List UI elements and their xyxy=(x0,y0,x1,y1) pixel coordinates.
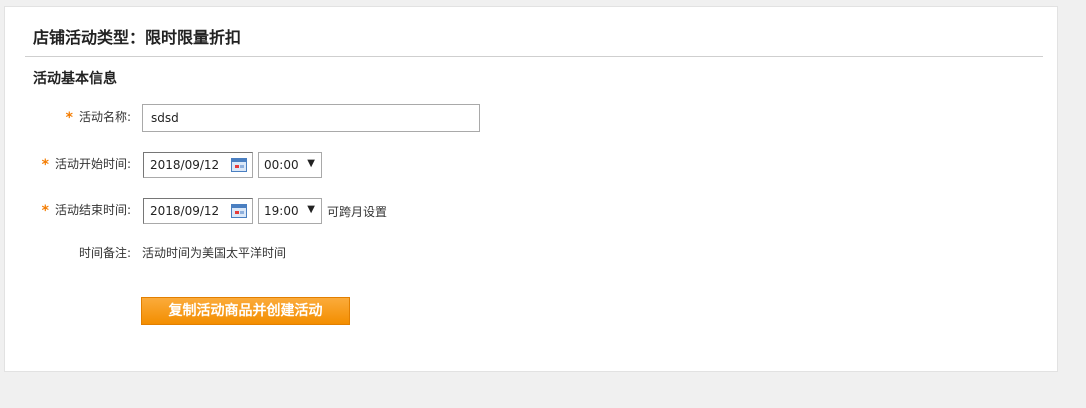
end-date-input[interactable]: 2018/09/12 xyxy=(143,198,253,224)
chevron-down-icon: ▼ xyxy=(307,204,315,215)
name-label: * 活动名称: xyxy=(65,108,131,126)
required-mark: * xyxy=(41,157,49,173)
start-time-select[interactable]: 00:00 ▼ xyxy=(258,152,322,178)
start-label-container: * 活动开始时间: xyxy=(5,155,131,175)
name-label-container: * 活动名称: xyxy=(5,108,131,128)
end-time-value: 19:00 xyxy=(264,204,299,218)
start-label-text: 活动开始时间: xyxy=(54,157,131,171)
title-divider xyxy=(25,56,1043,57)
form-panel: 店铺活动类型：限时限量折扣 活动基本信息 * 活动名称: * 活动开始时间: 201… xyxy=(4,6,1058,372)
end-date-value: 2018/09/12 xyxy=(150,204,220,218)
activity-name-input[interactable] xyxy=(142,104,480,132)
required-mark: * xyxy=(65,110,73,126)
time-note-value: 活动时间为美国太平洋时间 xyxy=(142,246,287,260)
start-date-value: 2018/09/12 xyxy=(150,158,220,172)
required-mark: * xyxy=(41,203,49,219)
name-label-text: 活动名称: xyxy=(78,110,131,124)
calendar-icon[interactable] xyxy=(231,204,247,218)
section-title: 活动基本信息 xyxy=(33,71,117,87)
calendar-icon[interactable] xyxy=(231,158,247,172)
chevron-down-icon: ▼ xyxy=(307,158,315,169)
copy-and-create-button[interactable]: 复制活动商品并创建活动 xyxy=(141,297,350,325)
end-label-text: 活动结束时间: xyxy=(54,203,131,217)
note-label-container: 时间备注: xyxy=(5,244,131,264)
end-label: * 活动结束时间: xyxy=(41,201,131,219)
start-date-input[interactable]: 2018/09/12 xyxy=(143,152,253,178)
cross-month-hint: 可跨月设置 xyxy=(327,205,388,219)
page-title: 店铺活动类型：限时限量折扣 xyxy=(33,28,242,47)
start-time-value: 00:00 xyxy=(264,158,299,172)
start-label: * 活动开始时间: xyxy=(41,155,131,173)
note-label: 时间备注: xyxy=(78,246,131,260)
end-time-select[interactable]: 19:00 ▼ xyxy=(258,198,322,224)
end-label-container: * 活动结束时间: xyxy=(5,201,131,221)
